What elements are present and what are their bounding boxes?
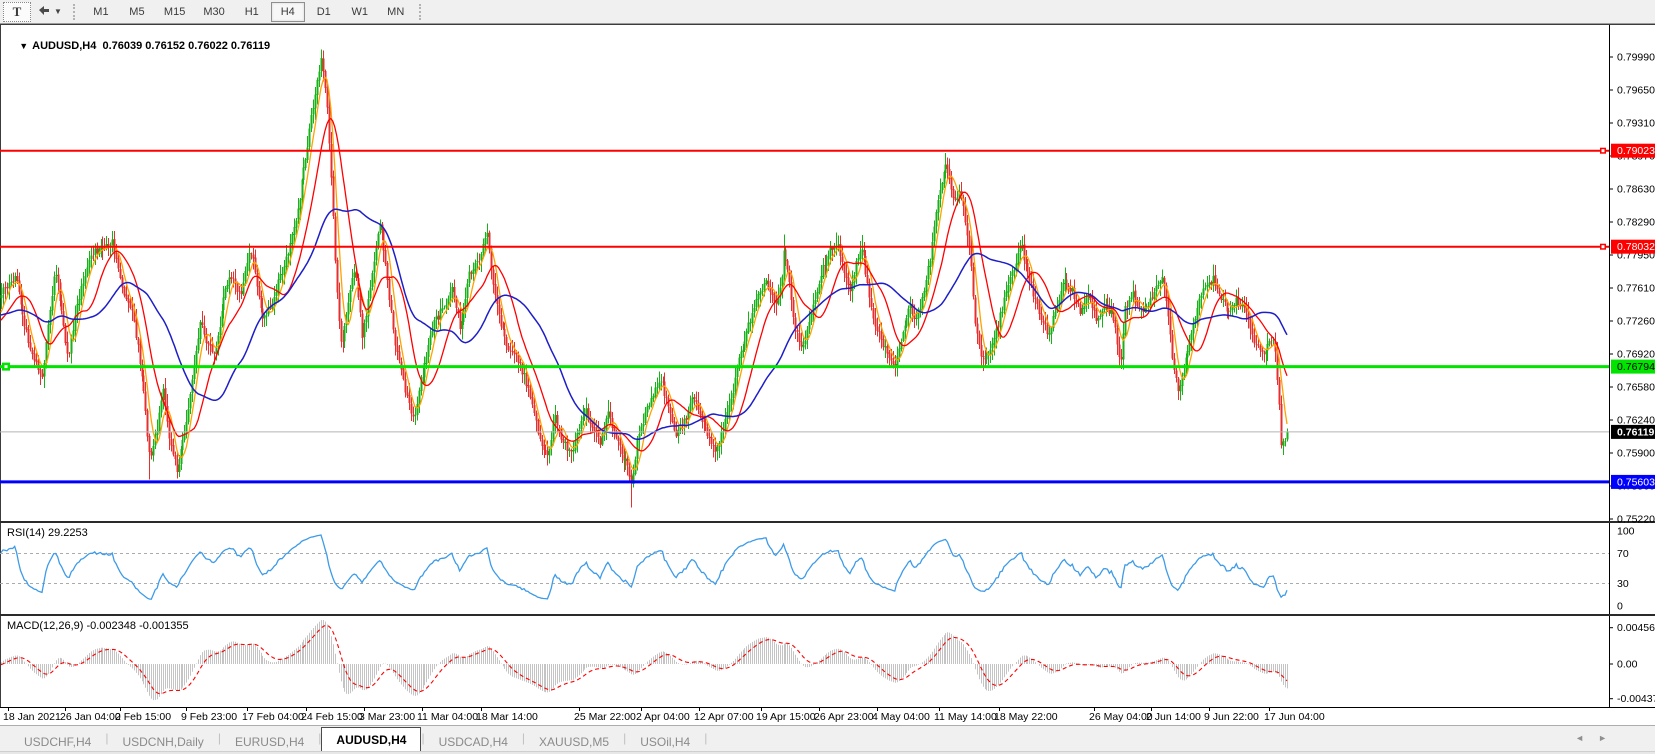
chart-symbol-title: AUDUSD,H4 [32,40,96,52]
rsi-line [1,535,1287,599]
symbol-tab-xauusd[interactable]: XAUUSD,M5 [525,732,623,752]
time-axis-label: 19 Apr 15:00 [756,711,816,723]
candles [2,49,1288,507]
svg-text:0: 0 [1617,601,1623,613]
macd-panel-splitter [0,614,1655,616]
time-axis-label: 4 May 04:00 [872,711,930,723]
dropdown-caret-icon: ▼ [54,8,62,16]
toolbar-grip [73,4,78,20]
price-axis-label: 0.79310 [1617,118,1655,130]
price-axis-label: 0.77610 [1617,283,1655,295]
time-axis-label: 2 Apr 04:00 [636,711,690,723]
chart-ohlc-values: 0.76039 0.76152 0.76022 0.76119 [102,40,270,52]
timeframe-button-m1[interactable]: M1 [84,2,118,22]
mt4-window: T ▼ M1M5M15M30H1H4D1W1MN 0.799900.796500… [0,0,1655,754]
time-axis-label: 17 Feb 04:00 [242,711,304,723]
svg-text:0.79023: 0.79023 [1617,145,1655,157]
symbol-tab-usdchf[interactable]: USDCHF,H4 [10,732,105,752]
text-tool-button[interactable]: T [3,2,31,22]
price-axis-label: 0.76580 [1617,382,1655,394]
time-axis-label: 2 Jun 14:00 [1146,711,1201,723]
time-axis-label: 26 Jan 04:00 [60,711,121,723]
tab-separator: | [704,731,707,745]
price-axis-label: 0.76920 [1617,349,1655,361]
price-axis-label: 0.76240 [1617,415,1655,427]
price-axis-label: 0.75220 [1617,514,1655,526]
svg-text:0.76794: 0.76794 [1617,361,1655,373]
price-axis-label: 0.78290 [1617,217,1655,229]
svg-text:0.78032: 0.78032 [1617,241,1655,253]
timeframe-button-m30[interactable]: M30 [195,2,232,22]
time-axis-label: 3 Mar 23:00 [359,711,415,723]
svg-text:100: 100 [1617,526,1635,538]
timeframe-button-h1[interactable]: H1 [235,2,269,22]
chart-style-dropdown-button[interactable]: ▼ [33,2,67,22]
time-axis-label: 24 Feb 15:00 [301,711,363,723]
price-axis-label: 0.77260 [1617,316,1655,328]
ma-fast-line [1,77,1287,469]
chart-menu-icon: ▼ [19,41,28,51]
macd-indicator-label: MACD(12,26,9) -0.002348 -0.001355 [7,620,189,632]
macd-histogram [2,620,1288,700]
time-axis-label: 26 May 04:00 [1089,711,1153,723]
time-axis-label: 12 Apr 07:00 [694,711,754,723]
timeframe-toolbar: T ▼ M1M5M15M30H1H4D1W1MN [0,0,1655,24]
chart-ohlc-readout: ▼ AUDUSD,H4 0.76039 0.76152 0.76022 0.761… [7,28,270,64]
time-axis-label: 18 May 22:00 [994,711,1058,723]
price-axis-label: 0.78630 [1617,184,1655,196]
macd-signal-line [1,625,1287,693]
rsi-levels: 100 70 30 0 [0,526,1635,613]
tabs-scroll-right-icon[interactable]: ► [1598,734,1607,743]
macd-axis-label: 0.004561 [1617,622,1655,634]
time-axis-label: 11 Mar 04:00 [417,711,478,723]
symbol-tab-usoil[interactable]: USOil,H4 [626,732,704,752]
toolbar-grip [419,4,424,20]
timeframe-button-d1[interactable]: D1 [307,2,341,22]
time-axis-label: 9 Feb 23:00 [181,711,237,723]
timeframe-button-mn[interactable]: MN [379,2,413,22]
chart-canvas[interactable]: 0.799900.796500.793100.789700.786300.782… [0,0,1655,754]
macd-axis-label: 0.00 [1617,659,1638,671]
price-axis-label: 0.79650 [1617,85,1655,97]
time-axis-label: 18 Mar 14:00 [476,711,538,723]
rsi-indicator-label: RSI(14) 29.2253 [7,527,88,539]
tabs-scroll-left-icon[interactable]: ◄ [1575,734,1584,743]
time-axis-label: 11 May 14:00 [934,711,997,723]
time-axis-label: 2 Feb 15:00 [115,711,171,723]
time-axis-label: 17 Jun 04:00 [1264,711,1325,723]
up-candle-bodies [2,58,1288,484]
svg-text:0.75603: 0.75603 [1617,476,1655,488]
timeframe-button-m15[interactable]: M15 [156,2,193,22]
timeframe-button-h4[interactable]: H4 [271,2,305,22]
time-axis-label: 18 Jan 2021 [3,711,61,723]
timeframe-button-m5[interactable]: M5 [120,2,154,22]
price-axis-label: 0.79990 [1617,52,1655,64]
rsi-panel-splitter [0,521,1655,523]
symbol-tab-bar: USDCHF,H4|USDCNH,Daily|EURUSD,H4|AUDUSD,… [0,725,1655,752]
symbol-tab-audusd[interactable]: AUDUSD,H4 [321,727,421,752]
macd-axis-label: -0.004372 [1617,693,1655,705]
symbol-tab-usdcnh[interactable]: USDCNH,Daily [108,732,217,752]
svg-text:0.76119: 0.76119 [1617,426,1655,438]
time-axis-label: 9 Jun 22:00 [1204,711,1259,723]
timeframe-button-w1[interactable]: W1 [343,2,377,22]
symbol-tab-usdcad[interactable]: USDCAD,H4 [425,732,522,752]
svg-text:70: 70 [1617,548,1629,560]
price-axis-label: 0.75900 [1617,448,1655,460]
time-axis: 18 Jan 202126 Jan 04:002 Feb 15:00 9 Feb … [3,708,1325,723]
time-axis-label: 26 Apr 23:00 [814,711,874,723]
time-axis-label: 25 Mar 22:00 [574,711,636,723]
svg-text:30: 30 [1617,578,1629,590]
chart-arrows-icon [38,5,51,19]
symbol-tab-eurusd[interactable]: EURUSD,H4 [221,732,318,752]
